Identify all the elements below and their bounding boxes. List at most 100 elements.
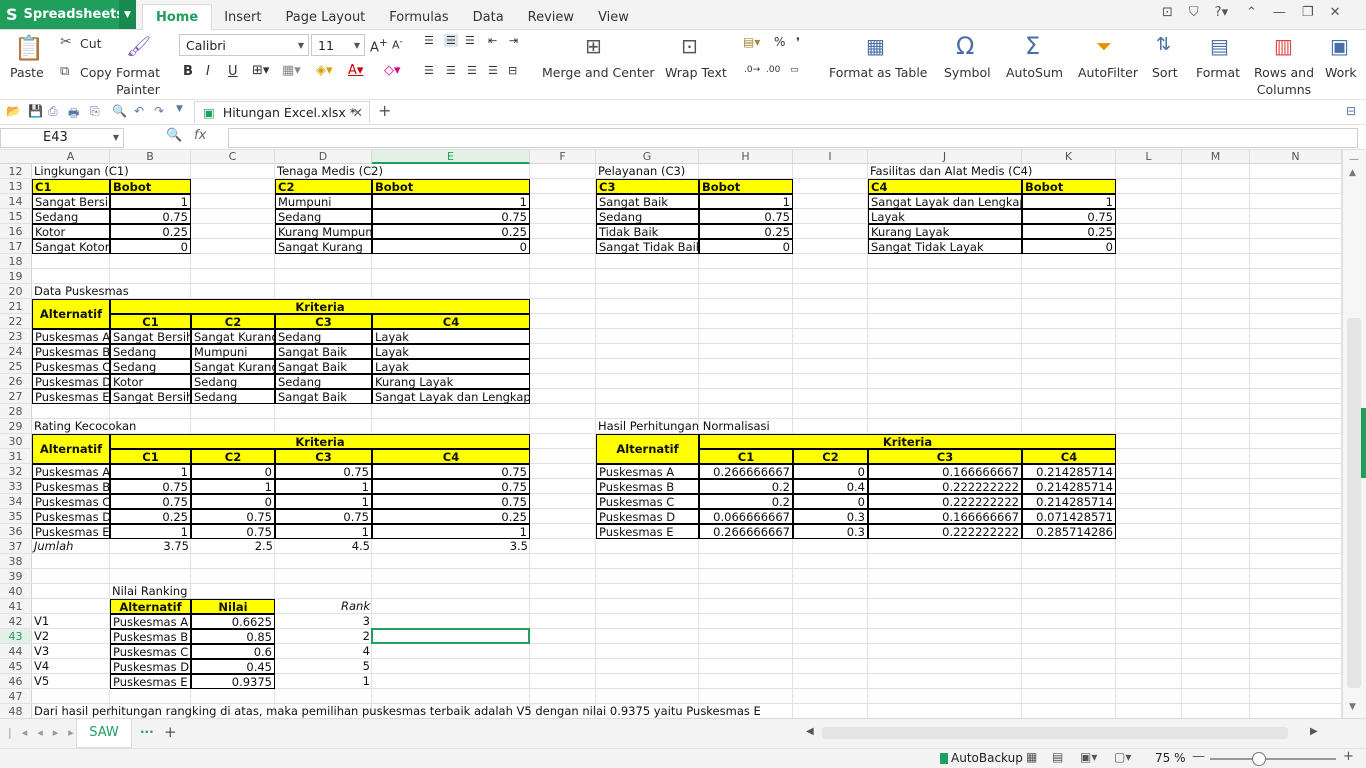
undo-icon[interactable]: ↶ (134, 104, 144, 118)
open-icon[interactable]: 📂 (6, 104, 21, 118)
paste-button[interactable]: Paste (10, 65, 44, 80)
wrap-text-icon[interactable]: ⊡ (681, 34, 698, 58)
normal-view-icon[interactable]: ▦ (1026, 750, 1037, 764)
underline-icon[interactable]: U (228, 64, 238, 79)
row-header-29[interactable]: 29 (0, 419, 32, 434)
row-header-35[interactable]: 35 (0, 509, 32, 524)
autofilter-button[interactable]: AutoFilter (1078, 65, 1138, 80)
fill-color-icon[interactable]: ◈▾ (316, 63, 333, 78)
worksheet-button[interactable]: Work (1325, 65, 1357, 80)
symbol-button[interactable]: Symbol (944, 65, 991, 80)
help-icon[interactable]: ?▾ (1215, 5, 1228, 20)
restore-icon[interactable]: ❐ (1302, 5, 1314, 20)
tab-options-icon[interactable]: ⊟ (1346, 104, 1356, 118)
tab-view[interactable]: View (586, 4, 641, 30)
row-header-28[interactable]: 28 (0, 404, 32, 419)
row-header-19[interactable]: 19 (0, 269, 32, 284)
row-header-46[interactable]: 46 (0, 674, 32, 689)
minimize-icon[interactable]: — (1273, 5, 1286, 20)
tab-data[interactable]: Data (461, 4, 516, 30)
column-header-h[interactable]: H (699, 150, 793, 164)
row-header-14[interactable]: 14 (0, 194, 32, 209)
row-header-44[interactable]: 44 (0, 644, 32, 659)
row-header-47[interactable]: 47 (0, 689, 32, 704)
row-header-33[interactable]: 33 (0, 479, 32, 494)
column-header-a[interactable]: A (32, 150, 110, 164)
paste-icon[interactable]: 📋 (14, 34, 44, 62)
scroll-thumb[interactable] (1347, 318, 1361, 688)
row-header-12[interactable]: 12 (0, 164, 32, 179)
column-header-c[interactable]: C (191, 150, 275, 164)
column-header-g[interactable]: G (596, 150, 699, 164)
row-header-26[interactable]: 26 (0, 374, 32, 389)
align-top-icon[interactable]: ☰ (424, 34, 434, 47)
save-icon[interactable]: 💾 (28, 104, 43, 118)
tab-page-layout[interactable]: Page Layout (273, 4, 377, 30)
row-header-13[interactable]: 13 (0, 179, 32, 194)
distribute-icon[interactable]: ⊟ (508, 64, 517, 77)
italic-icon[interactable]: I (206, 64, 210, 79)
autosum-icon[interactable]: Σ (1025, 32, 1040, 60)
row-header-27[interactable]: 27 (0, 389, 32, 404)
row-header-22[interactable]: 22 (0, 314, 32, 329)
rows-columns-label-1[interactable]: Rows and (1254, 65, 1314, 80)
app-menu-button[interactable]: S Spreadsheets ▼ (0, 0, 136, 29)
row-header-31[interactable]: 31 (0, 449, 32, 464)
scroll-up-icon[interactable]: ▲ (1349, 168, 1356, 178)
new-tab-icon[interactable]: + (378, 101, 391, 120)
symbol-icon[interactable]: Ω (956, 32, 974, 60)
scroll-left-icon[interactable]: ◀ (806, 726, 814, 737)
tab-insert[interactable]: Insert (212, 4, 273, 30)
format-painter-label-2[interactable]: Painter (116, 82, 160, 97)
indent-decrease-icon[interactable]: ⇤ (488, 34, 497, 47)
justify-icon[interactable]: ☰ (488, 64, 498, 77)
column-header-j[interactable]: J (868, 150, 1022, 164)
indent-increase-icon[interactable]: ⇥ (509, 34, 518, 47)
autofilter-icon[interactable]: ⏷ (1096, 34, 1112, 58)
column-header-f[interactable]: F (530, 150, 596, 164)
row-header-43[interactable]: 43 (0, 629, 32, 644)
scroll-top-icon[interactable]: — (1349, 154, 1359, 165)
row-header-23[interactable]: 23 (0, 329, 32, 344)
tab-home[interactable]: Home (142, 4, 213, 30)
row-header-34[interactable]: 34 (0, 494, 32, 509)
align-center-icon[interactable]: ☰ (446, 64, 456, 77)
document-tab[interactable]: ▣ Hitungan Excel.xlsx * ✕ (194, 101, 370, 123)
name-box[interactable]: E43 ▼ (0, 128, 124, 148)
row-header-42[interactable]: 42 (0, 614, 32, 629)
zoom-slider-handle[interactable] (1252, 752, 1266, 766)
scissors-icon[interactable]: ✂ (60, 34, 72, 50)
rows-columns-icon[interactable]: ▥ (1274, 34, 1293, 58)
percent-icon[interactable]: % (774, 35, 785, 49)
row-header-30[interactable]: 30 (0, 434, 32, 449)
zoom-value[interactable]: 75 % (1155, 751, 1186, 765)
merge-cells-icon[interactable]: ▦▾ (282, 63, 301, 78)
align-middle-icon[interactable]: ☰ (444, 34, 458, 47)
row-header-25[interactable]: 25 (0, 359, 32, 374)
merge-center-icon[interactable]: ⊞ (585, 34, 602, 58)
column-header-i[interactable]: I (793, 150, 868, 164)
shirt-icon[interactable]: ⛉ (1189, 5, 1199, 20)
zoom-out-icon[interactable]: — (1192, 749, 1205, 764)
row-header-15[interactable]: 15 (0, 209, 32, 224)
clear-format-icon[interactable]: ◇▾ (384, 63, 401, 78)
copy-button[interactable]: Copy (80, 65, 112, 80)
row-header-37[interactable]: 37 (0, 539, 32, 554)
row-header-21[interactable]: 21 (0, 299, 32, 314)
reading-view-icon[interactable]: ▢▾ (1114, 750, 1131, 764)
row-header-18[interactable]: 18 (0, 254, 32, 269)
align-right-icon[interactable]: ☰ (467, 64, 477, 77)
row-header-16[interactable]: 16 (0, 224, 32, 239)
collapse-ribbon-icon[interactable]: ⌃ (1246, 5, 1257, 20)
format-painter-icon[interactable]: 🖌 (126, 34, 151, 58)
row-header-17[interactable]: 17 (0, 239, 32, 254)
font-size-select[interactable]: 11 ▼ (311, 34, 365, 56)
row-header-39[interactable]: 39 (0, 569, 32, 584)
vertical-scrollbar[interactable]: — ▲ ▼ (1342, 150, 1366, 718)
spreadsheet-grid[interactable]: ABCDEFGHIJKLMN 12 13 14 15 16 17 18 19 20 21 22 23 2… (0, 150, 1342, 718)
row-header-36[interactable]: 36 (0, 524, 32, 539)
worksheet-icon[interactable]: ▣ (1330, 34, 1349, 58)
close-icon[interactable]: ✕ (1330, 5, 1341, 20)
column-header-m[interactable]: M (1182, 150, 1250, 164)
print-preview-icon[interactable]: ⎘ (90, 104, 100, 119)
